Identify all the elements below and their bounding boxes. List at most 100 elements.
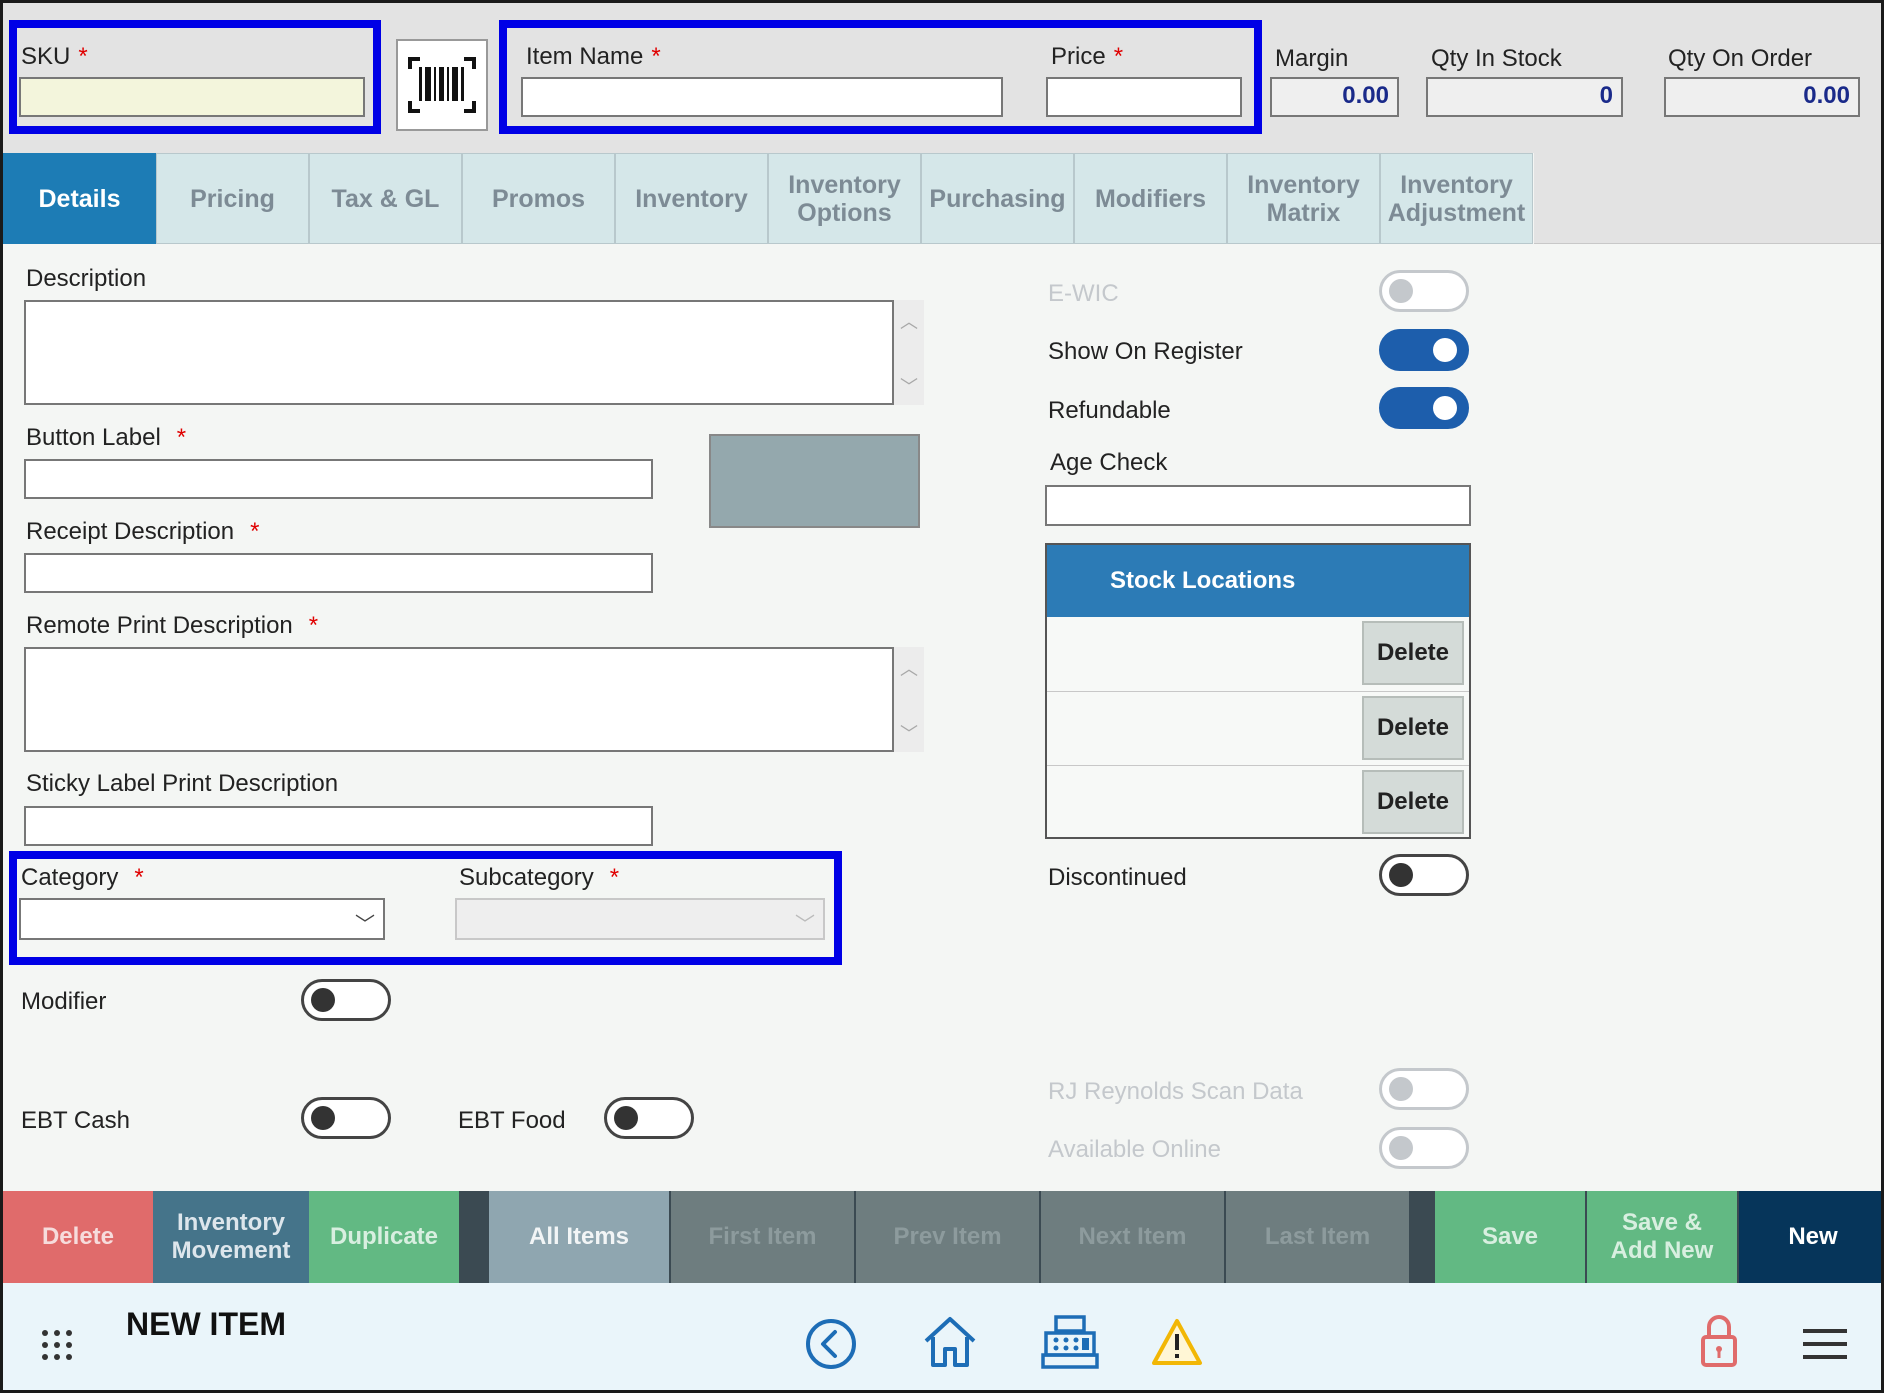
warning-icon[interactable] xyxy=(1151,1317,1203,1367)
discontinued-label: Discontinued xyxy=(1048,864,1187,891)
rj-reynolds-scan-data-toggle[interactable] xyxy=(1379,1068,1469,1110)
rj-reynolds-scan-data-label: RJ Reynolds Scan Data xyxy=(1048,1078,1303,1105)
delete-item-button[interactable]: Delete xyxy=(3,1191,153,1283)
qty-in-stock-label: Qty In Stock xyxy=(1431,45,1562,72)
available-online-label: Available Online xyxy=(1048,1136,1222,1163)
barcode-icon xyxy=(408,57,476,113)
duplicate-button[interactable]: Duplicate xyxy=(309,1191,459,1283)
scroll-up-icon[interactable]: ︿ xyxy=(894,655,924,681)
age-check-label: Age Check xyxy=(1050,449,1168,476)
next-item-button[interactable]: Next Item xyxy=(1041,1191,1224,1283)
toggle-knob xyxy=(1433,338,1457,362)
last-item-button[interactable]: Last Item xyxy=(1226,1191,1409,1283)
qty-in-stock-value: 0 xyxy=(1426,77,1623,117)
page-title: NEW ITEM xyxy=(126,1306,286,1342)
button-label-label: Button Label * xyxy=(26,424,187,451)
sku-highlight-box xyxy=(9,20,381,134)
ebt-cash-label: EBT Cash xyxy=(21,1107,130,1134)
tab-modifiers[interactable]: Modifiers xyxy=(1074,153,1227,244)
hamburger-menu-icon[interactable] xyxy=(1803,1327,1847,1361)
qty-on-order-label: Qty On Order xyxy=(1668,45,1813,72)
description-textarea[interactable] xyxy=(24,300,894,405)
all-items-button[interactable]: All Items xyxy=(489,1191,669,1283)
tab-inventory[interactable]: Inventory xyxy=(615,153,768,244)
footer-bar: NEW ITEM xyxy=(3,1283,1881,1390)
item-editor-window: SKU * Item Name * Price * Margin 0.00 Qty I… xyxy=(0,0,1884,1393)
receipt-description-input[interactable] xyxy=(24,553,653,593)
home-icon[interactable] xyxy=(921,1313,979,1371)
modifier-toggle[interactable] xyxy=(301,979,391,1021)
tab-inventory-matrix[interactable]: Inventory Matrix xyxy=(1227,153,1380,244)
toggle-knob xyxy=(1389,863,1413,887)
ebt-food-label: EBT Food xyxy=(458,1107,566,1134)
first-item-button[interactable]: First Item xyxy=(671,1191,854,1283)
tab-promos[interactable]: Promos xyxy=(462,153,615,244)
description-scrollbar[interactable]: ︿ ﹀ xyxy=(894,300,924,405)
ebt-cash-toggle[interactable] xyxy=(301,1097,391,1139)
refundable-label: Refundable xyxy=(1048,397,1171,424)
new-item-button[interactable]: New xyxy=(1739,1191,1881,1283)
ewic-label: E-WIC xyxy=(1048,280,1119,307)
sticky-label-print-description-input[interactable] xyxy=(24,806,653,846)
prev-item-button[interactable]: Prev Item xyxy=(856,1191,1039,1283)
scroll-down-icon[interactable]: ﹀ xyxy=(894,720,924,746)
tab-inventory-adjustment[interactable]: Inventory Adjustment xyxy=(1380,153,1533,244)
action-bar: Delete Inventory Movement Duplicate All … xyxy=(3,1191,1881,1283)
toggle-knob xyxy=(1389,1077,1413,1101)
toggle-knob xyxy=(614,1106,638,1130)
cash-register-icon[interactable] xyxy=(1040,1313,1100,1371)
qty-on-order-value: 0.00 xyxy=(1664,77,1860,117)
inventory-movement-button[interactable]: Inventory Movement xyxy=(153,1191,309,1283)
remote-print-description-textarea[interactable] xyxy=(24,647,894,752)
toggle-knob xyxy=(1433,396,1457,420)
required-mark: * xyxy=(176,424,187,451)
delete-location-button[interactable]: Delete xyxy=(1362,696,1464,760)
remote-print-scrollbar[interactable]: ︿ ﹀ xyxy=(894,647,924,752)
ewic-toggle[interactable] xyxy=(1379,270,1469,312)
category-highlight-box xyxy=(9,851,842,965)
delete-location-button[interactable]: Delete xyxy=(1362,770,1464,834)
margin-value: 0.00 xyxy=(1270,77,1399,117)
scroll-down-icon[interactable]: ﹀ xyxy=(894,373,924,399)
tab-pricing[interactable]: Pricing xyxy=(156,153,309,244)
button-label-input[interactable] xyxy=(24,459,653,499)
tab-inventory-options[interactable]: Inventory Options xyxy=(768,153,921,244)
discontinued-toggle[interactable] xyxy=(1379,854,1469,896)
available-online-toggle[interactable] xyxy=(1379,1127,1469,1169)
scroll-up-icon[interactable]: ︿ xyxy=(894,308,924,334)
save-add-new-button[interactable]: Save & Add New xyxy=(1587,1191,1737,1283)
sticky-label-print-description-label: Sticky Label Print Description xyxy=(26,770,339,797)
tab-details[interactable]: Details xyxy=(3,153,156,244)
toggle-knob xyxy=(1389,1136,1413,1160)
toggle-knob xyxy=(311,988,335,1012)
stock-locations-table: Stock Locations Delete Delete Delete xyxy=(1045,543,1471,839)
table-row: Delete xyxy=(1047,765,1469,839)
ebt-food-toggle[interactable] xyxy=(604,1097,694,1139)
delete-location-button[interactable]: Delete xyxy=(1362,621,1464,685)
apps-grid-icon[interactable] xyxy=(39,1327,75,1363)
item-header: SKU * Item Name * Price * Margin 0.00 Qty I… xyxy=(3,3,1881,153)
tab-tax-gl[interactable]: Tax & GL xyxy=(309,153,462,244)
table-row: Delete xyxy=(1047,691,1469,765)
margin-label: Margin xyxy=(1275,45,1349,72)
show-on-register-label: Show On Register xyxy=(1048,338,1243,365)
show-on-register-toggle[interactable] xyxy=(1379,329,1469,371)
required-mark: * xyxy=(308,612,319,639)
table-row: Delete xyxy=(1047,617,1469,691)
modifier-label: Modifier xyxy=(21,988,107,1015)
save-button[interactable]: Save xyxy=(1435,1191,1585,1283)
description-label: Description xyxy=(26,265,147,292)
tab-purchasing[interactable]: Purchasing xyxy=(921,153,1074,244)
required-mark: * xyxy=(250,518,260,545)
stock-locations-header: Stock Locations xyxy=(1047,545,1469,617)
receipt-description-label: Receipt Description * xyxy=(26,518,260,545)
item-name-price-highlight-box xyxy=(499,20,1262,134)
toggle-knob xyxy=(1389,279,1413,303)
back-icon[interactable] xyxy=(804,1317,858,1371)
refundable-toggle[interactable] xyxy=(1379,387,1469,429)
lock-icon[interactable] xyxy=(1699,1313,1739,1371)
barcode-scan-button[interactable] xyxy=(396,39,488,131)
tab-strip-filler xyxy=(1534,153,1881,244)
button-color-swatch[interactable] xyxy=(709,434,920,528)
age-check-input[interactable] xyxy=(1045,485,1471,526)
